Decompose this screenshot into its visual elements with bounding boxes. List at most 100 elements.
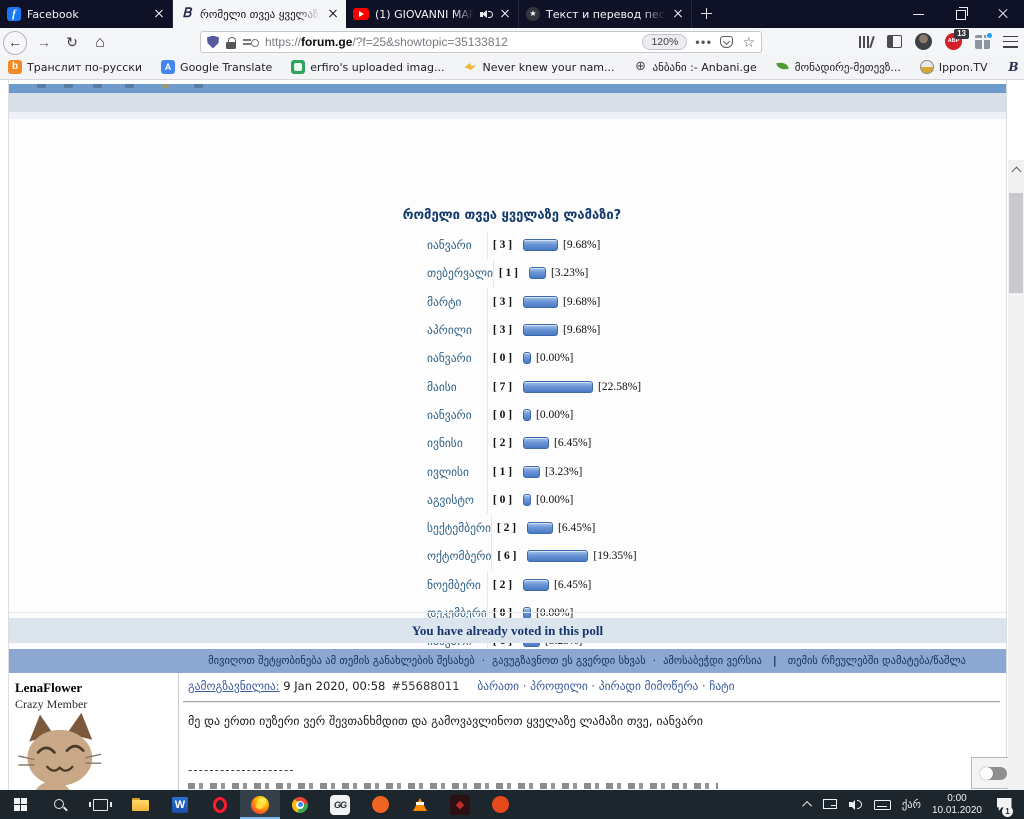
sidebar-icon[interactable]	[887, 35, 902, 48]
vlc-button[interactable]	[400, 790, 440, 819]
poll-option-bar	[523, 437, 549, 450]
forum-ge-icon: B	[1008, 60, 1019, 74]
poll-option-votes: [ 0 ]	[487, 344, 517, 373]
word-button[interactable]: W	[160, 790, 200, 819]
tab-title: (1) GIOVANNI MARRADI - M	[375, 7, 474, 21]
opera-button[interactable]	[200, 790, 240, 819]
poll-option-label: იანვარი	[427, 407, 472, 422]
close-icon[interactable]	[153, 8, 165, 20]
permissions-icon[interactable]	[243, 36, 259, 48]
url-text[interactable]: https://forum.ge/?f=25&showtopic=3513381…	[265, 35, 642, 49]
bookmark-anbani[interactable]: ანბანი :- Anbani.ge	[634, 60, 757, 74]
send-page-link[interactable]: გავუგზავნოთ ეს გვერდი სხვას	[492, 655, 646, 667]
firefox-button-active[interactable]	[240, 790, 280, 819]
adblock-plus-icon[interactable]: ABP 13	[945, 29, 969, 50]
notification-center-button[interactable]: 1	[993, 790, 1015, 819]
bookmark-ippon-tv[interactable]: Ippon.TV	[919, 60, 987, 74]
poll-option-bar	[523, 352, 531, 365]
vertical-scrollbar[interactable]	[1008, 160, 1024, 819]
address-bar[interactable]: https://forum.ge/?f=25&showtopic=3513381…	[200, 31, 762, 53]
bookmark-never-knew[interactable]: Never knew your nam...	[463, 60, 614, 74]
speaker-icon[interactable]	[848, 799, 863, 811]
bookmark-google-translate[interactable]: A Google Translate	[161, 60, 272, 74]
windows-logo-icon	[13, 798, 27, 811]
poll-option-label: სექტემბერი	[427, 521, 492, 536]
network-icon[interactable]	[822, 798, 838, 811]
firefox-icon	[251, 795, 269, 814]
close-window-button[interactable]	[982, 0, 1024, 28]
back-button[interactable]	[0, 30, 30, 54]
scroll-up-icon[interactable]	[1011, 166, 1021, 177]
close-icon[interactable]	[672, 8, 684, 20]
card-link[interactable]: ბარათი	[477, 679, 519, 693]
lock-icon[interactable]	[226, 36, 236, 49]
poll-option-percent: [22.58%]	[598, 380, 642, 393]
tab-audio-icon[interactable]	[480, 9, 493, 20]
poll-option-label: მაისი	[427, 379, 457, 394]
close-icon[interactable]	[327, 8, 339, 20]
bookmark-star-icon[interactable]	[742, 31, 755, 53]
reload-button[interactable]	[58, 30, 86, 54]
page-actions-icon[interactable]	[695, 35, 712, 49]
keyboard-icon[interactable]	[873, 799, 891, 810]
ggpoker-button[interactable]: GG	[320, 790, 360, 819]
file-explorer-button[interactable]	[120, 790, 160, 819]
orange-app-button[interactable]	[360, 790, 400, 819]
clock[interactable]: 0:00 10.01.2020	[932, 793, 982, 817]
poker-app-button[interactable]	[440, 790, 480, 819]
poll-row: იანვარი [ 3 ] [9.68%]	[401, 231, 623, 260]
poll-option-bar	[523, 578, 549, 591]
library-icon[interactable]	[858, 35, 875, 49]
scrollbar-thumb[interactable]	[1009, 193, 1023, 293]
poll-option-percent: [9.68%]	[563, 295, 601, 308]
tray-expand-icon[interactable]	[801, 800, 812, 811]
menu-hamburger-icon[interactable]	[1003, 35, 1018, 48]
restore-button[interactable]	[940, 0, 982, 28]
tab-facebook[interactable]: f Facebook	[0, 0, 173, 28]
chat-link[interactable]: ჩატი	[709, 679, 734, 693]
chrome-button[interactable]	[280, 790, 320, 819]
minimize-button[interactable]	[898, 0, 940, 28]
tracking-protection-shield-icon[interactable]	[207, 35, 219, 49]
forward-button[interactable]	[30, 30, 58, 54]
tab-youtube[interactable]: (1) GIOVANNI MARRADI - M	[346, 0, 519, 28]
language-indicator[interactable]: ქარ	[902, 799, 921, 811]
tab-lyrics[interactable]: Текст и перевод песни Ingrid	[519, 0, 692, 28]
post-id: #55688011	[391, 679, 460, 693]
pocket-icon[interactable]	[720, 36, 734, 48]
toggle-switch-icon[interactable]	[980, 767, 1007, 780]
poll-option-votes: [ 2 ]	[487, 429, 517, 458]
posted-label-link[interactable]: გამოგზავნილია:	[188, 679, 280, 693]
divider	[183, 701, 1000, 703]
bookmark-erfiro[interactable]: erfiro's uploaded imag...	[291, 60, 444, 74]
poll-row: ივლისი [ 1 ] [3.23%]	[401, 457, 623, 486]
start-button[interactable]	[0, 790, 40, 819]
close-icon[interactable]	[499, 8, 511, 20]
bookmark-forum-word[interactable]: Bსიტყვა "უტრაკო" -ს...	[1006, 60, 1024, 74]
author-username[interactable]: LenaFlower	[15, 680, 82, 696]
google-translate-icon: A	[161, 60, 176, 74]
print-version-link[interactable]: ამოსაბეჭდი ვერსია	[663, 655, 762, 667]
taskbar-search-button[interactable]	[40, 790, 80, 819]
poll-row: ოქტომბერი [ 6 ] [19.35%]	[401, 542, 637, 571]
poll-option-votes: [ 2 ]	[487, 570, 517, 599]
windows-taskbar: W GG ქარ 0:00 10.01.2020 1	[0, 790, 1024, 819]
tab-forum-active[interactable]: Ᏼ რომელი თვეა ყველაზე ლამ	[173, 0, 346, 28]
task-view-button[interactable]	[80, 790, 120, 819]
profile-link[interactable]: პროფილი	[530, 679, 588, 693]
word-icon: W	[172, 796, 188, 813]
home-button[interactable]	[86, 30, 114, 54]
bookmark-translit[interactable]: b Транслит по-русски	[8, 60, 142, 74]
new-tab-button[interactable]	[692, 0, 720, 28]
orange-circle-icon	[371, 796, 389, 813]
poll-row: აგვისტო [ 0 ] [0.00%]	[401, 485, 623, 514]
favorites-link[interactable]: თემის რჩეულებში დამატება/წაშლა	[788, 655, 966, 667]
pm-link[interactable]: პირადი მიმოწერა	[599, 679, 699, 693]
bird-icon	[463, 60, 477, 74]
gift-icon[interactable]	[975, 31, 993, 49]
zoom-level-indicator[interactable]: 120%	[642, 34, 688, 50]
bookmark-hunter-fisher[interactable]: მონადირე-მეთევზ...	[776, 60, 901, 74]
account-avatar-icon[interactable]	[915, 33, 932, 50]
track-topic-link[interactable]: მივიღოთ შეტყობინება ამ თემის განახლების …	[208, 655, 475, 667]
red-app-button[interactable]	[480, 790, 520, 819]
